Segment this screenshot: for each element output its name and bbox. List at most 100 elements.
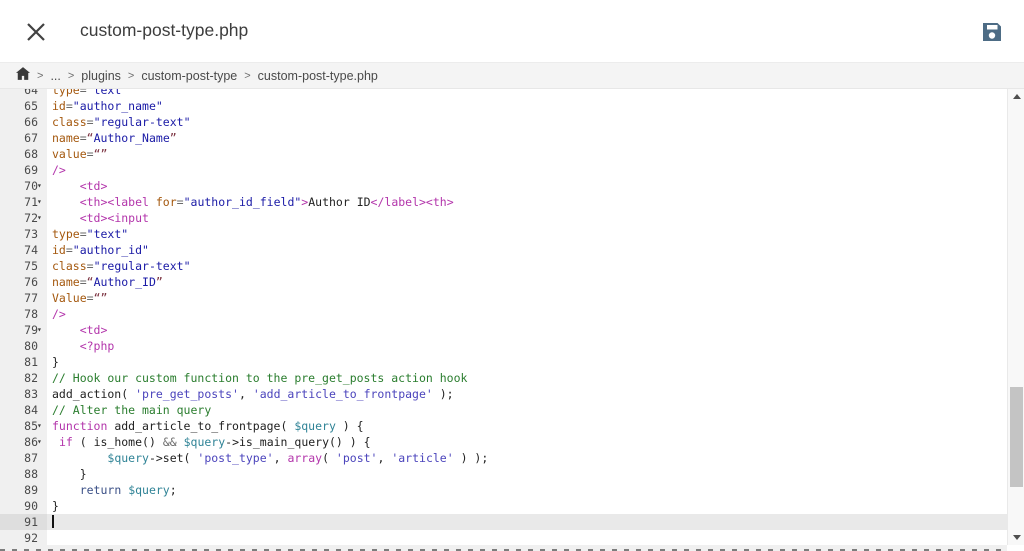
code-token bbox=[52, 451, 107, 465]
code-line-content[interactable] bbox=[47, 530, 1007, 545]
code-line-content[interactable]: <?php bbox=[47, 338, 1007, 354]
code-line-content[interactable]: } bbox=[47, 498, 1007, 514]
code-line: 84// Alter the main query bbox=[0, 402, 1007, 418]
line-number: 87 bbox=[0, 450, 47, 466]
fold-arrow-icon[interactable]: ▾ bbox=[37, 210, 47, 226]
code-line: 68value=“” bbox=[0, 146, 1007, 162]
code-line-content[interactable]: // Hook our custom function to the pre_g… bbox=[47, 370, 1007, 386]
code-line-content[interactable]: /> bbox=[47, 306, 1007, 322]
code-line-content[interactable]: <td> bbox=[47, 178, 1007, 194]
code-line-content[interactable]: class="regular-text" bbox=[47, 258, 1007, 274]
code-line-content[interactable]: Value=“” bbox=[47, 290, 1007, 306]
breadcrumb: >...>plugins>custom-post-type>custom-pos… bbox=[0, 62, 1024, 89]
code-token: /> bbox=[52, 163, 66, 177]
fold-arrow-icon[interactable]: ▾ bbox=[37, 322, 47, 338]
code-token: = bbox=[80, 89, 87, 97]
line-number: 88 bbox=[0, 466, 47, 482]
code-line: 78/> bbox=[0, 306, 1007, 322]
breadcrumb-home[interactable] bbox=[16, 67, 30, 85]
code-line-content[interactable]: <td> bbox=[47, 322, 1007, 338]
line-number: 85▾ bbox=[0, 418, 47, 434]
code-line-content[interactable]: } bbox=[47, 466, 1007, 482]
line-number: 78 bbox=[0, 306, 47, 322]
fold-arrow-icon[interactable]: ▾ bbox=[37, 178, 47, 194]
code-line-content[interactable]: if ( is_home() && $query->is_main_query(… bbox=[47, 434, 1007, 450]
code-line-content[interactable]: type="text" bbox=[47, 89, 1007, 98]
code-token: "text" bbox=[87, 89, 129, 97]
code-line: 74id="author_id" bbox=[0, 242, 1007, 258]
code-line-content[interactable]: return $query; bbox=[47, 482, 1007, 498]
code-line-content[interactable]: /> bbox=[47, 162, 1007, 178]
scroll-down-button[interactable] bbox=[1008, 530, 1024, 545]
line-number: 89 bbox=[0, 482, 47, 498]
line-number: 68 bbox=[0, 146, 47, 162]
breadcrumb-item[interactable]: custom-post-type bbox=[141, 69, 237, 83]
breadcrumb-separator: > bbox=[244, 70, 250, 82]
code-line-content[interactable]: value=“” bbox=[47, 146, 1007, 162]
code-token: Author ID bbox=[308, 195, 370, 209]
code-token: = bbox=[80, 227, 87, 241]
code-token: if bbox=[59, 435, 73, 449]
line-number: 83 bbox=[0, 386, 47, 402]
code-token bbox=[52, 323, 80, 337]
code-line: 73type="text" bbox=[0, 226, 1007, 242]
code-token: } bbox=[52, 467, 87, 481]
code-line-content[interactable]: id="author_id" bbox=[47, 242, 1007, 258]
code-line-content[interactable]: function add_article_to_frontpage( $quer… bbox=[47, 418, 1007, 434]
code-token: , bbox=[377, 451, 391, 465]
code-line-content[interactable]: <th><label for="author_id_field">Author … bbox=[47, 194, 1007, 210]
code-token: "text" bbox=[87, 227, 129, 241]
code-line: 72▾ <td><input bbox=[0, 210, 1007, 226]
code-line-content[interactable]: type="text" bbox=[47, 226, 1007, 242]
line-number: 69 bbox=[0, 162, 47, 178]
code-line-content[interactable]: name=“Author_Name” bbox=[47, 130, 1007, 146]
code-line-content[interactable]: $query->set( 'post_type', array( 'post',… bbox=[47, 450, 1007, 466]
save-button[interactable] bbox=[980, 20, 1004, 44]
code-line-content[interactable]: name=“Author_ID” bbox=[47, 274, 1007, 290]
code-line-content[interactable]: } bbox=[47, 354, 1007, 370]
code-token: $query bbox=[184, 435, 226, 449]
code-editor[interactable]: 64type="text"65id="author_name"66class="… bbox=[0, 89, 1007, 545]
code-line: 66class="regular-text" bbox=[0, 114, 1007, 130]
code-line-content[interactable] bbox=[47, 514, 1007, 530]
code-line-content[interactable]: <td><input bbox=[47, 210, 1007, 226]
code-line: 82// Hook our custom function to the pre… bbox=[0, 370, 1007, 386]
code-line-content[interactable]: class="regular-text" bbox=[47, 114, 1007, 130]
code-line-content[interactable]: id="author_name" bbox=[47, 98, 1007, 114]
scroll-up-button[interactable] bbox=[1008, 89, 1024, 104]
fold-arrow-icon[interactable]: ▾ bbox=[37, 434, 47, 450]
code-token bbox=[52, 435, 59, 449]
breadcrumb-item[interactable]: plugins bbox=[81, 69, 121, 83]
breadcrumb-item[interactable]: custom-post-type.php bbox=[258, 69, 378, 83]
code-line: 80 <?php bbox=[0, 338, 1007, 354]
line-number: 73 bbox=[0, 226, 47, 242]
line-number: 84 bbox=[0, 402, 47, 418]
code-token: ->is_main_query() ) { bbox=[225, 435, 370, 449]
code-line: 64type="text" bbox=[0, 89, 1007, 98]
fold-arrow-icon[interactable]: ▾ bbox=[37, 194, 47, 210]
code-token: , bbox=[274, 451, 288, 465]
code-token: id bbox=[52, 99, 66, 113]
breadcrumb-item[interactable]: ... bbox=[50, 69, 60, 83]
code-line: 77Value=“” bbox=[0, 290, 1007, 306]
line-number: 66 bbox=[0, 114, 47, 130]
vertical-scrollbar[interactable] bbox=[1007, 89, 1024, 545]
line-number: 77 bbox=[0, 290, 47, 306]
code-token: name bbox=[52, 131, 80, 145]
code-line: 67name=“Author_Name” bbox=[0, 130, 1007, 146]
code-token: } bbox=[52, 355, 59, 369]
fold-arrow-icon[interactable]: ▾ bbox=[37, 418, 47, 434]
code-line-content[interactable]: add_action( 'pre_get_posts', 'add_articl… bbox=[47, 386, 1007, 402]
code-line: 75class="regular-text" bbox=[0, 258, 1007, 274]
code-token: “ bbox=[87, 131, 94, 145]
code-token: ) ); bbox=[454, 451, 489, 465]
code-token: = bbox=[87, 291, 94, 305]
code-line-content[interactable]: // Alter the main query bbox=[47, 402, 1007, 418]
code-token: id bbox=[52, 243, 66, 257]
close-button[interactable] bbox=[24, 20, 48, 44]
scrollbar-thumb[interactable] bbox=[1010, 387, 1023, 487]
horizontal-scrollbar[interactable] bbox=[0, 545, 1007, 551]
line-number: 75 bbox=[0, 258, 47, 274]
code-token: add_article_to_frontpage( bbox=[107, 419, 294, 433]
code-line: 89 return $query; bbox=[0, 482, 1007, 498]
